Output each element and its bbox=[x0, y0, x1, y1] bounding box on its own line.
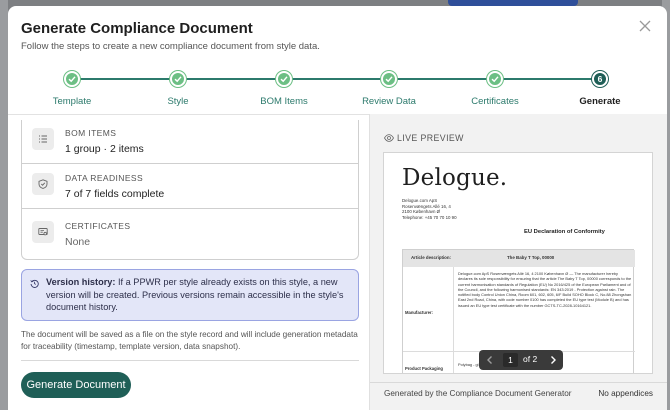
document-preview[interactable]: Delogue. Delogue.com ApS Rosenvængets Al… bbox=[383, 152, 653, 374]
generator-caption: Generated by the Compliance Document Gen… bbox=[384, 389, 572, 398]
background-page-left bbox=[0, 0, 8, 410]
preview-manufacturer-text: Delogue.com ApS Rosenvængets Allé 16, 4 … bbox=[458, 271, 632, 308]
chevron-right-icon[interactable] bbox=[547, 354, 559, 366]
summary-row-readiness: DATA READINESS 7 of 7 fields complete bbox=[22, 165, 358, 209]
summary-card: BOM ITEMS 1 group · 2 items DATA READINE… bbox=[21, 120, 359, 260]
readiness-label: DATA READINESS bbox=[65, 173, 144, 183]
preview-footer-divider bbox=[370, 382, 667, 383]
preview-pager: 1 of 2 bbox=[479, 350, 563, 370]
step-review-data[interactable]: Review Data bbox=[339, 71, 439, 107]
live-preview-text: LIVE PREVIEW bbox=[397, 133, 464, 143]
live-preview-panel: LIVE PREVIEW Delogue. Delogue.com ApS Ro… bbox=[369, 114, 667, 410]
notice-title: Version history: bbox=[46, 277, 116, 287]
summary-panel: BOM ITEMS 1 group · 2 items DATA READINE… bbox=[21, 114, 359, 410]
preview-doc-title: EU Declaration of Conformity bbox=[524, 229, 605, 235]
close-icon bbox=[639, 20, 651, 32]
preview-table-column-divider bbox=[453, 267, 454, 373]
list-icon bbox=[32, 128, 54, 150]
modal-subtitle: Follow the steps to create a new complia… bbox=[21, 41, 320, 52]
appendices-status: No appendices bbox=[598, 389, 653, 398]
step-label: Style bbox=[167, 96, 189, 107]
step-label: Certificates bbox=[471, 96, 519, 107]
certificate-icon bbox=[32, 221, 54, 243]
page-total: of 2 bbox=[523, 354, 538, 364]
generate-document-button[interactable]: Generate Document bbox=[21, 372, 131, 398]
generate-compliance-modal: Generate Compliance Document Follow the … bbox=[8, 6, 667, 410]
step-label: BOM Items bbox=[260, 96, 308, 107]
preview-packaging-label: Product Packaging bbox=[405, 366, 443, 371]
shield-check-icon bbox=[32, 173, 54, 195]
step-generate[interactable]: 6 Generate bbox=[550, 71, 650, 107]
preview-address: Delogue.com ApS Rosenvængets Allé 16, 4 … bbox=[402, 198, 457, 220]
preview-manufacturer-label: Manufacturer: bbox=[405, 310, 433, 315]
step-bom-items[interactable]: BOM Items bbox=[234, 71, 334, 107]
page-number-input[interactable]: 1 bbox=[503, 353, 518, 367]
check-icon bbox=[381, 71, 397, 87]
check-icon bbox=[170, 71, 186, 87]
actions-divider bbox=[21, 360, 359, 361]
bom-value: 1 group · 2 items bbox=[65, 143, 144, 155]
step-label: Review Data bbox=[362, 96, 416, 107]
certificates-label: CERTIFICATES bbox=[65, 221, 131, 231]
step-template[interactable]: Template bbox=[22, 71, 122, 107]
check-icon bbox=[64, 71, 80, 87]
step-certificates[interactable]: Certificates bbox=[445, 71, 545, 107]
save-footnote: The document will be saved as a file on … bbox=[21, 330, 358, 351]
check-icon bbox=[276, 71, 292, 87]
live-preview-label: LIVE PREVIEW bbox=[384, 133, 464, 143]
close-button[interactable] bbox=[637, 18, 653, 34]
preview-table-header: Article description: The Baby T Top, 000… bbox=[403, 250, 635, 267]
step-label: Template bbox=[52, 96, 92, 107]
step-style[interactable]: Style bbox=[128, 71, 228, 107]
step-label: Generate bbox=[579, 96, 621, 107]
version-history-notice: Version history: If a PPWR per style alr… bbox=[21, 269, 359, 321]
readiness-value: 7 of 7 fields complete bbox=[65, 188, 165, 200]
certificates-value: None bbox=[65, 236, 91, 248]
preview-packaging-value: Polybag - gl bbox=[458, 362, 479, 367]
summary-row-certificates: CERTIFICATES None bbox=[22, 210, 358, 258]
summary-row-bom: BOM ITEMS 1 group · 2 items bbox=[22, 120, 358, 164]
check-icon bbox=[487, 71, 503, 87]
modal-title: Generate Compliance Document bbox=[21, 20, 253, 37]
stepper: Template Style BOM Items Review Data Cer… bbox=[8, 68, 667, 116]
chevron-left-icon[interactable] bbox=[484, 354, 496, 366]
step-number: 6 bbox=[592, 71, 608, 87]
eye-icon bbox=[384, 134, 394, 142]
history-icon bbox=[30, 279, 39, 288]
bom-label: BOM ITEMS bbox=[65, 128, 117, 138]
preview-logo: Delogue. bbox=[402, 165, 508, 191]
